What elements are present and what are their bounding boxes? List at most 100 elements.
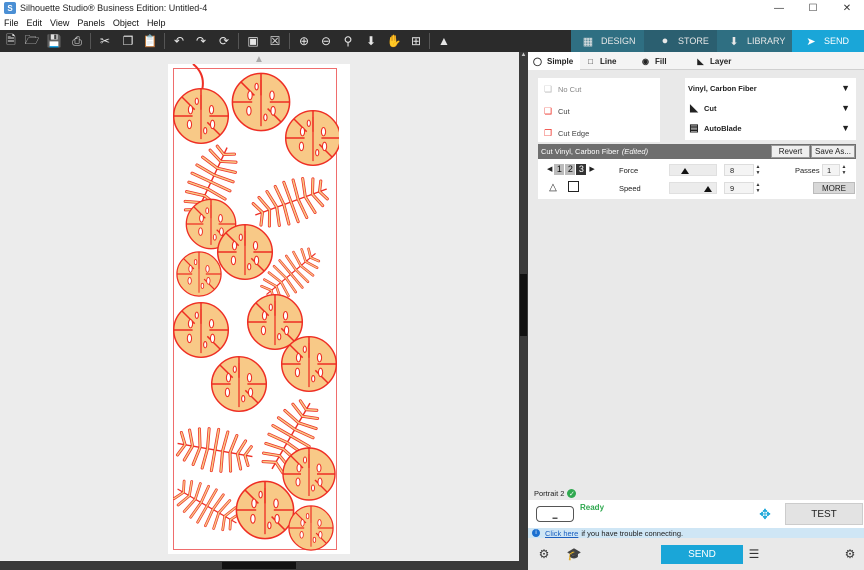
scroll-up-arrow-icon[interactable]: ▲ xyxy=(519,52,528,61)
save-as-button[interactable]: Save As... xyxy=(811,145,855,158)
more-button[interactable]: MORE xyxy=(813,182,855,194)
undo-icon[interactable]: ↶ xyxy=(171,33,187,49)
design-canvas[interactable]: ▲ xyxy=(0,52,519,560)
select-all-icon[interactable]: ▣ xyxy=(245,33,261,49)
tab-design-label: DESIGN xyxy=(601,36,636,46)
toolbar-separator xyxy=(164,33,165,49)
send-subtabs: ◯ Simple □ Line ◉ Fill ◣ Layer xyxy=(528,52,864,70)
tab-send[interactable]: ➤ SEND xyxy=(792,30,864,52)
horizontal-scroll-thumb[interactable] xyxy=(222,562,296,569)
queue-list-icon[interactable]: ☰ xyxy=(746,546,762,562)
copy-icon[interactable]: ❐ xyxy=(120,33,136,49)
speed-slider-knob[interactable] xyxy=(704,186,712,192)
tab-design[interactable]: ▦ DESIGN xyxy=(571,30,644,52)
toolbar-separator xyxy=(289,33,290,49)
subtab-line[interactable]: □ Line xyxy=(586,52,638,70)
window-controls: — ☐ ✕ xyxy=(762,0,864,16)
subtab-simple-label: Simple xyxy=(547,56,574,66)
cut-option-cut[interactable]: ❏ Cut xyxy=(542,104,570,118)
subtab-layer-label: Layer xyxy=(710,56,732,66)
trace-icon[interactable]: ▲ xyxy=(436,33,452,49)
zoom-in-icon[interactable]: ⊕ xyxy=(296,33,312,49)
library-icon: ⬇ xyxy=(729,35,739,48)
store-icon: ● xyxy=(661,35,669,47)
machine-settings-icon[interactable]: ⚙ xyxy=(536,546,552,562)
speed-stepper[interactable]: ▲ ▼ xyxy=(755,182,761,194)
force-slider-knob[interactable] xyxy=(680,168,689,174)
tool-dropdown[interactable]: ▤ AutoBlade ▼ xyxy=(688,119,854,137)
close-button[interactable]: ✕ xyxy=(830,0,864,16)
tab-store[interactable]: ● STORE xyxy=(644,30,717,52)
device-status-panel: ▬ Ready ✥ TEST xyxy=(528,500,864,528)
cut-option-no-cut[interactable]: ❏ No Cut xyxy=(542,82,581,96)
tab-library-label: LIBRARY xyxy=(747,36,786,46)
save-icon[interactable]: 💾 xyxy=(46,33,62,49)
paste-icon[interactable]: 📋 xyxy=(142,33,158,49)
cut-option-cut-edge[interactable]: ❐ Cut Edge xyxy=(542,126,589,140)
tutorial-cap-icon[interactable]: 🎓 xyxy=(566,546,582,562)
force-slider[interactable] xyxy=(669,164,717,176)
revert-button[interactable]: Revert xyxy=(771,145,810,158)
send-icon: ➤ xyxy=(806,35,816,48)
force-input[interactable]: 8 xyxy=(724,164,754,176)
menu-help[interactable]: Help xyxy=(143,18,170,28)
minimize-button[interactable]: — xyxy=(762,0,796,16)
tool-number-1[interactable]: 1 xyxy=(554,163,565,175)
material-label: Vinyl, Carbon Fiber xyxy=(688,83,757,93)
open-folder-icon[interactable]: 🗁 xyxy=(24,33,40,49)
tool-number-2[interactable]: 2 xyxy=(565,163,576,175)
redo-icon[interactable]: ↷ xyxy=(193,33,209,49)
force-stepper[interactable]: ▲ ▼ xyxy=(755,164,761,176)
subtab-layer[interactable]: ◣ Layer xyxy=(696,52,748,70)
passes-input[interactable]: 1 xyxy=(822,164,840,176)
fill-icon: ◉ xyxy=(642,56,649,66)
tool-selector: ◀ 1 2 3 ▶ xyxy=(545,163,597,175)
zoom-select-icon[interactable]: ⚲ xyxy=(340,33,356,49)
help-link[interactable]: Click here xyxy=(545,529,578,538)
app-logo-icon: S xyxy=(4,2,16,14)
tropical-leaves-artwork[interactable] xyxy=(173,64,339,554)
pan-down-icon[interactable]: ⬇ xyxy=(363,33,379,49)
hand-icon[interactable]: ✋ xyxy=(386,33,402,49)
menu-edit[interactable]: Edit xyxy=(23,18,47,28)
subtab-line-label: Line xyxy=(600,56,617,66)
device-name-label: Portrait 2 xyxy=(534,489,565,498)
tab-library[interactable]: ⬇ LIBRARY xyxy=(717,30,792,52)
move-arrows-icon[interactable]: ✥ xyxy=(754,505,776,523)
subtab-simple[interactable]: ◯ Simple xyxy=(528,52,580,70)
horizontal-scrollbar[interactable] xyxy=(0,561,528,570)
new-document-icon[interactable]: 🗎 xyxy=(3,33,19,49)
vertical-scroll-thumb[interactable] xyxy=(520,274,527,336)
passes-stepper[interactable]: ▲ ▼ xyxy=(841,164,847,176)
window-title: Silhouette Studio® Business Edition: Unt… xyxy=(20,3,208,13)
menu-object[interactable]: Object xyxy=(109,18,143,28)
vertical-scrollbar[interactable]: ▲ xyxy=(519,52,528,562)
send-button[interactable]: SEND xyxy=(661,545,743,564)
action-dropdown[interactable]: ◣ Cut ▼ xyxy=(688,99,854,117)
redraw-icon[interactable]: ⟳ xyxy=(216,33,232,49)
deselect-icon[interactable]: ☒ xyxy=(267,33,283,49)
zoom-out-icon[interactable]: ⊖ xyxy=(318,33,334,49)
tool-number-3[interactable]: 3 xyxy=(576,163,587,175)
blade-checkbox[interactable] xyxy=(568,181,579,192)
test-button[interactable]: TEST xyxy=(785,503,863,525)
tool-label: AutoBlade xyxy=(704,123,742,133)
toolbar-separator xyxy=(238,33,239,49)
gear-icon[interactable]: ⚙ xyxy=(842,546,858,562)
maximize-button[interactable]: ☐ xyxy=(796,0,830,16)
speed-input[interactable]: 9 xyxy=(724,182,754,194)
send-panel: ◯ Simple □ Line ◉ Fill ◣ Layer ❏ No Cut … xyxy=(528,52,864,570)
print-icon[interactable]: ⎙ xyxy=(69,33,85,49)
help-text: if you have trouble connecting. xyxy=(581,528,684,538)
settings-title: Cut Vinyl, Carbon Fiber xyxy=(541,147,619,156)
menu-view[interactable]: View xyxy=(46,18,73,28)
fit-page-icon[interactable]: ⊞ xyxy=(408,33,424,49)
arrow-right-icon[interactable]: ▶ xyxy=(589,165,594,173)
menu-panels[interactable]: Panels xyxy=(73,18,109,28)
menu-file[interactable]: File xyxy=(0,18,23,28)
cut-icon[interactable]: ✂ xyxy=(97,33,113,49)
material-dropdown[interactable]: Vinyl, Carbon Fiber ▼ xyxy=(688,79,854,97)
speed-slider[interactable] xyxy=(669,182,717,194)
arrow-left-icon[interactable]: ◀ xyxy=(547,165,552,173)
subtab-fill[interactable]: ◉ Fill xyxy=(641,52,693,70)
